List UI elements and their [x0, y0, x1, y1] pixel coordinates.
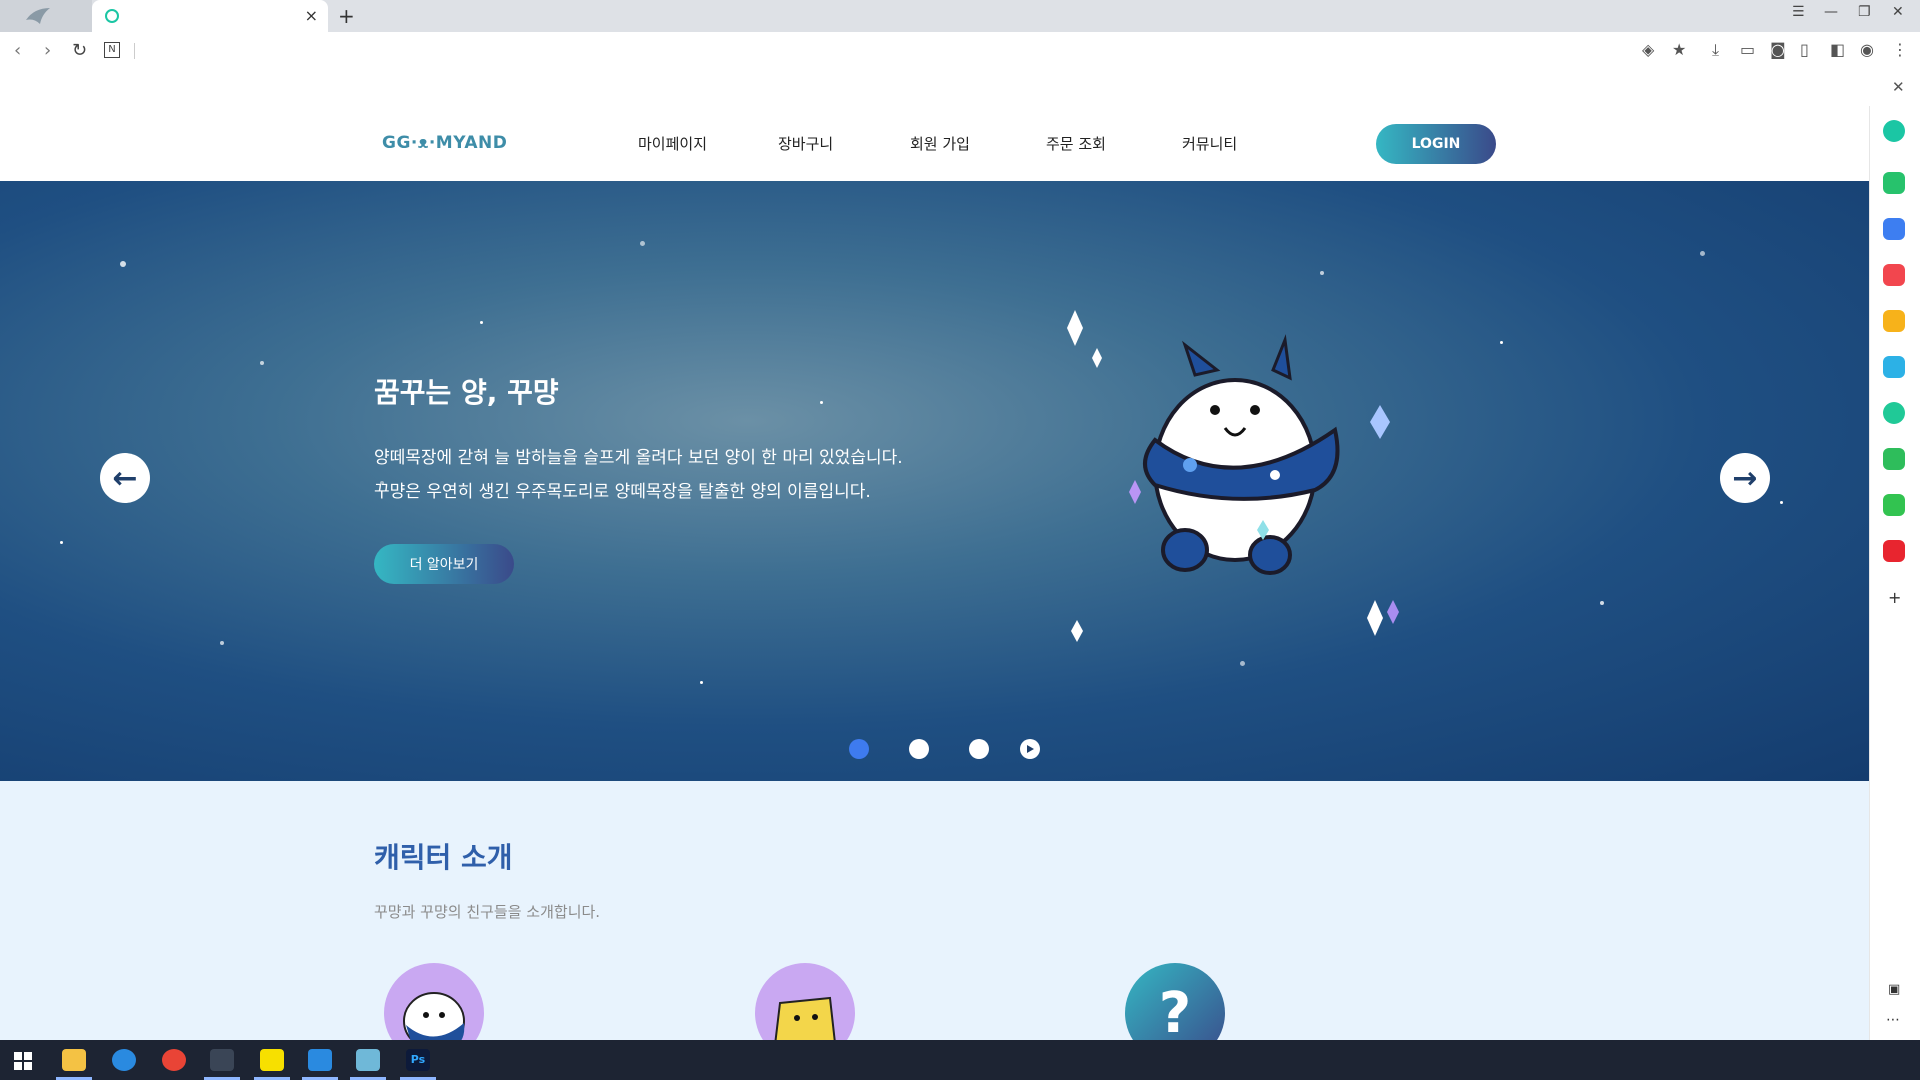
- star: [260, 361, 264, 365]
- info-bar: [0, 70, 1920, 107]
- close-infobar-icon[interactable]: ✕: [1892, 78, 1905, 96]
- star: [480, 321, 483, 324]
- carousel-dot-2[interactable]: [909, 739, 929, 759]
- video-icon[interactable]: ▭: [1740, 40, 1755, 59]
- star-icon[interactable]: ★: [1672, 40, 1686, 59]
- kakaotalk-icon[interactable]: [260, 1049, 284, 1071]
- reader-icon[interactable]: ▯: [1800, 40, 1809, 59]
- star: [220, 641, 224, 645]
- star: [120, 261, 126, 267]
- address-bar: [0, 32, 1920, 71]
- divider: [134, 43, 135, 59]
- whale-browser-2-icon[interactable]: [356, 1049, 380, 1071]
- prev-slide-arrow-icon[interactable]: ←: [100, 453, 150, 503]
- chrome-icon[interactable]: [162, 1049, 186, 1071]
- whale-icon[interactable]: [1883, 120, 1905, 142]
- download-icon[interactable]: ⤓: [1712, 40, 1719, 60]
- panel-more-icon[interactable]: ⋯: [1886, 1012, 1900, 1028]
- vscode-icon[interactable]: [308, 1049, 332, 1071]
- site-logo[interactable]: GG·ᴥ·MYAND: [382, 133, 507, 153]
- nav-community[interactable]: 커뮤니티: [1182, 133, 1237, 154]
- photoshop-icon[interactable]: Ps: [406, 1049, 430, 1071]
- login-button[interactable]: LOGIN: [1376, 124, 1496, 164]
- reload-icon[interactable]: ↻: [72, 40, 87, 61]
- new-tab-button[interactable]: +: [338, 4, 355, 28]
- nav-signup[interactable]: 회원 가입: [910, 133, 970, 154]
- star: [1600, 601, 1604, 605]
- file-explorer-icon[interactable]: [62, 1049, 86, 1071]
- n-extension-icon[interactable]: N: [104, 42, 120, 58]
- naver-icon[interactable]: [1883, 494, 1905, 516]
- calendar-icon[interactable]: [1883, 218, 1905, 240]
- close-window-icon[interactable]: ✕: [1892, 4, 1904, 20]
- carousel-dot-1-active[interactable]: [849, 739, 869, 759]
- loading-circle-icon: [105, 9, 119, 23]
- tab-list-icon[interactable]: ☰: [1792, 4, 1805, 20]
- star: [1780, 501, 1783, 504]
- forward-icon[interactable]: ›: [44, 40, 51, 61]
- nav-mypage[interactable]: 마이페이지: [638, 133, 707, 154]
- star: [1500, 341, 1503, 344]
- play-icon: [1027, 745, 1034, 753]
- more-menu-icon[interactable]: ⋮: [1892, 40, 1908, 59]
- next-slide-arrow-icon[interactable]: →: [1720, 453, 1770, 503]
- play-icon[interactable]: [1883, 402, 1905, 424]
- side-panel: [1869, 106, 1920, 1040]
- now-icon[interactable]: [1883, 540, 1905, 562]
- carousel-dot-3[interactable]: [969, 739, 989, 759]
- learn-more-button[interactable]: 더 알아보기: [374, 544, 514, 584]
- back-icon[interactable]: ‹: [14, 40, 21, 61]
- bird-logo-icon: [26, 8, 50, 24]
- windows-start-icon[interactable]: [14, 1052, 32, 1070]
- camera-icon[interactable]: ◙: [1770, 40, 1786, 59]
- panel-toggle-icon[interactable]: ▣: [1888, 982, 1900, 997]
- hero-title: 꿈꾸는 양, 꾸먕: [374, 376, 559, 409]
- translate-icon[interactable]: [1883, 356, 1905, 378]
- browser-tab-inactive[interactable]: [0, 0, 92, 32]
- hero-banner: [0, 181, 1869, 781]
- section-subtitle: 꾸먕과 꾸먕의 친구들을 소개합니다.: [374, 903, 601, 921]
- favorites-icon[interactable]: [1883, 310, 1905, 332]
- hero-description: 양떼목장에 갇혀 늘 밤하늘을 슬프게 올려다 보던 양이 한 마리 있었습니다…: [374, 441, 903, 509]
- character-intro-section: [0, 781, 1869, 1040]
- browser-tab-bar: × + ☰ — ❐ ✕: [0, 0, 1920, 32]
- hero-desc-line-1: 양떼목장에 갇혀 늘 밤하늘을 슬프게 올려다 보던 양이 한 마리 있었습니다…: [374, 448, 903, 468]
- os-taskbar: [0, 1040, 1920, 1080]
- star: [1320, 271, 1324, 275]
- nav-order-lookup[interactable]: 주문 조회: [1046, 133, 1106, 154]
- shield-icon[interactable]: ◈: [1642, 40, 1654, 59]
- profile-icon[interactable]: ◉: [1860, 40, 1874, 59]
- restore-icon[interactable]: ❐: [1858, 4, 1871, 20]
- minimize-icon[interactable]: —: [1824, 4, 1838, 20]
- star: [700, 681, 703, 684]
- hero-desc-line-2: 꾸먕은 우연히 생긴 우주목도리로 양떼목장을 탈출한 양의 이름입니다.: [374, 482, 871, 502]
- star: [60, 541, 63, 544]
- internet-explorer-icon[interactable]: [112, 1049, 136, 1071]
- add-panel-icon[interactable]: +: [1888, 588, 1901, 607]
- webtoon-icon[interactable]: [1883, 448, 1905, 470]
- star: [1240, 661, 1245, 666]
- sheep-character-illustration: [1067, 310, 1399, 642]
- browser-tab-active[interactable]: ×: [92, 0, 328, 32]
- chat-icon[interactable]: [1883, 172, 1905, 194]
- star: [640, 241, 645, 246]
- nav-cart[interactable]: 장바구니: [778, 133, 833, 154]
- pocket-icon[interactable]: [1883, 264, 1905, 286]
- star: [1700, 251, 1705, 256]
- whale-browser-icon[interactable]: [210, 1049, 234, 1071]
- star: [820, 401, 823, 404]
- carousel-play-button[interactable]: [1020, 739, 1040, 759]
- split-view-icon[interactable]: ◧: [1830, 40, 1845, 59]
- section-title: 캐릭터 소개: [374, 841, 513, 874]
- close-tab-button[interactable]: ×: [305, 6, 318, 25]
